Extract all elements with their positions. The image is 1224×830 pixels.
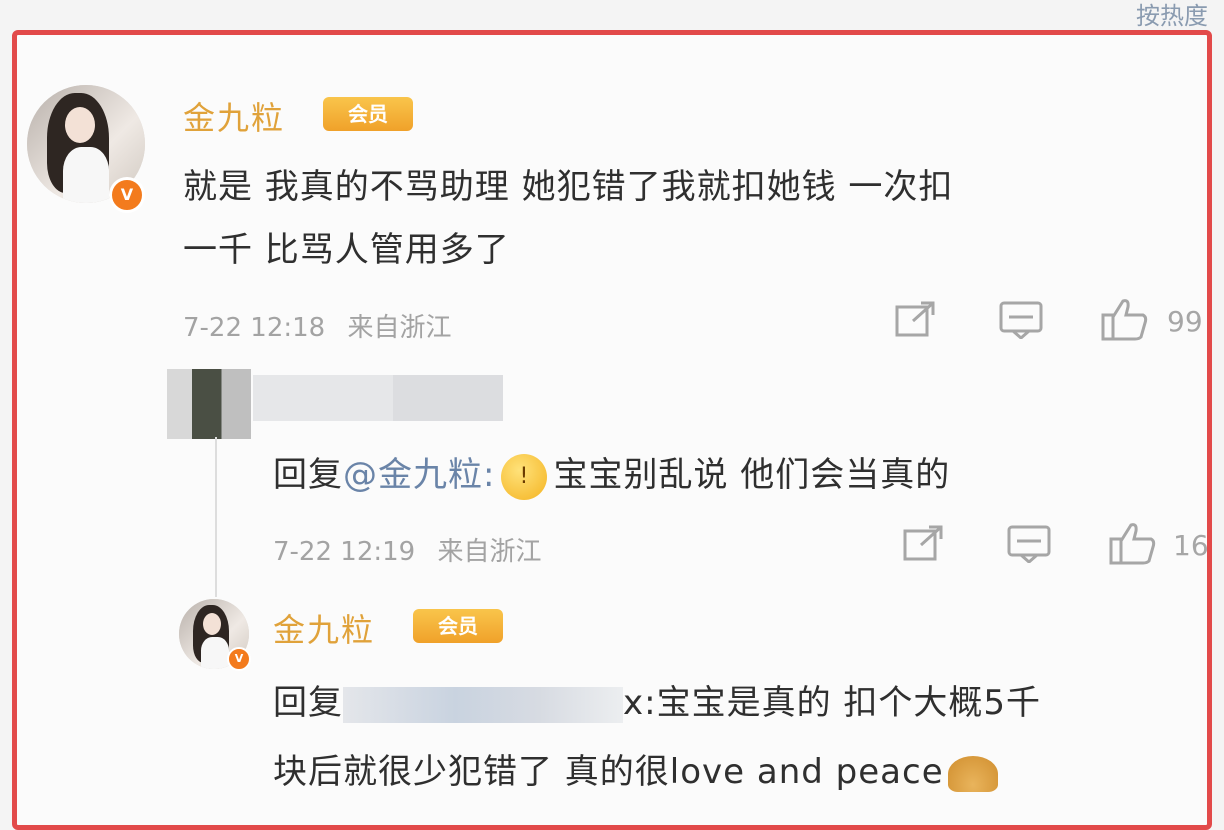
reply-meta: 7-22 12:19 来自浙江	[273, 531, 541, 568]
blurred-username	[393, 375, 503, 421]
highlight-frame: V 金九粒 会员 就是 我真的不骂助理 她犯错了我就扣她钱 一次扣 一千 比骂人…	[12, 30, 1212, 830]
verified-badge-icon: V	[227, 647, 251, 671]
vip-badge-icon: 会员	[413, 609, 503, 643]
reply-mention-link[interactable]: @金九粒:	[343, 455, 495, 495]
blurred-avatar	[167, 369, 251, 439]
like-count: 16	[1173, 529, 1209, 562]
share-icon[interactable]	[895, 301, 937, 348]
like-count: 99	[1167, 305, 1203, 338]
reply-time: 7-22 12:19	[273, 537, 416, 567]
comment-text-line: 就是 我真的不骂助理 她犯错了我就扣她钱 一次扣	[183, 167, 954, 207]
comment-meta: 7-22 12:18 来自浙江	[183, 307, 451, 344]
reply-text: 回复@金九粒:! 宝宝别乱说 他们会当真的	[273, 447, 950, 500]
comment-text: 就是 我真的不骂助理 她犯错了我就扣她钱 一次扣 一千 比骂人管用多了	[183, 159, 1193, 271]
comment-location: 来自浙江	[347, 313, 452, 343]
comment-time: 7-22 12:18	[183, 313, 326, 343]
reply-username[interactable]: 金九粒	[273, 605, 375, 651]
thread-line	[215, 437, 217, 597]
reply-text: 回复 x:宝宝是真的 扣个大概5千 块后就很少犯错了 真的很love and pe…	[273, 675, 1203, 793]
reply-location: 来自浙江	[437, 537, 542, 567]
reply-body: 宝宝别乱说 他们会当真的	[553, 455, 951, 495]
blurred-username	[343, 686, 623, 723]
comment-icon[interactable]	[1007, 525, 1051, 572]
blurred-username	[253, 375, 393, 421]
comment-icon[interactable]	[999, 301, 1043, 348]
thumbs-up-icon[interactable]	[1109, 521, 1157, 574]
vip-badge-icon: 会员	[323, 97, 413, 131]
reply-prefix: 回复	[273, 455, 343, 495]
reply-body: x:宝宝是真的 扣个大概5千	[623, 683, 1042, 723]
verified-badge-icon: V	[109, 177, 145, 213]
comment-username[interactable]: 金九粒	[183, 93, 285, 139]
reply-body: 块后就很少犯错了 真的很love and peace	[273, 752, 944, 792]
comment-text-line: 一千 比骂人管用多了	[183, 230, 510, 270]
share-icon[interactable]	[903, 525, 945, 572]
fortune-cookie-emoji	[947, 755, 998, 792]
sort-by-hot-link[interactable]: 按热度	[1136, 0, 1208, 31]
shocked-face-emoji: !	[501, 453, 548, 500]
thumbs-up-icon[interactable]	[1101, 297, 1149, 350]
reply-prefix: 回复	[273, 683, 343, 723]
